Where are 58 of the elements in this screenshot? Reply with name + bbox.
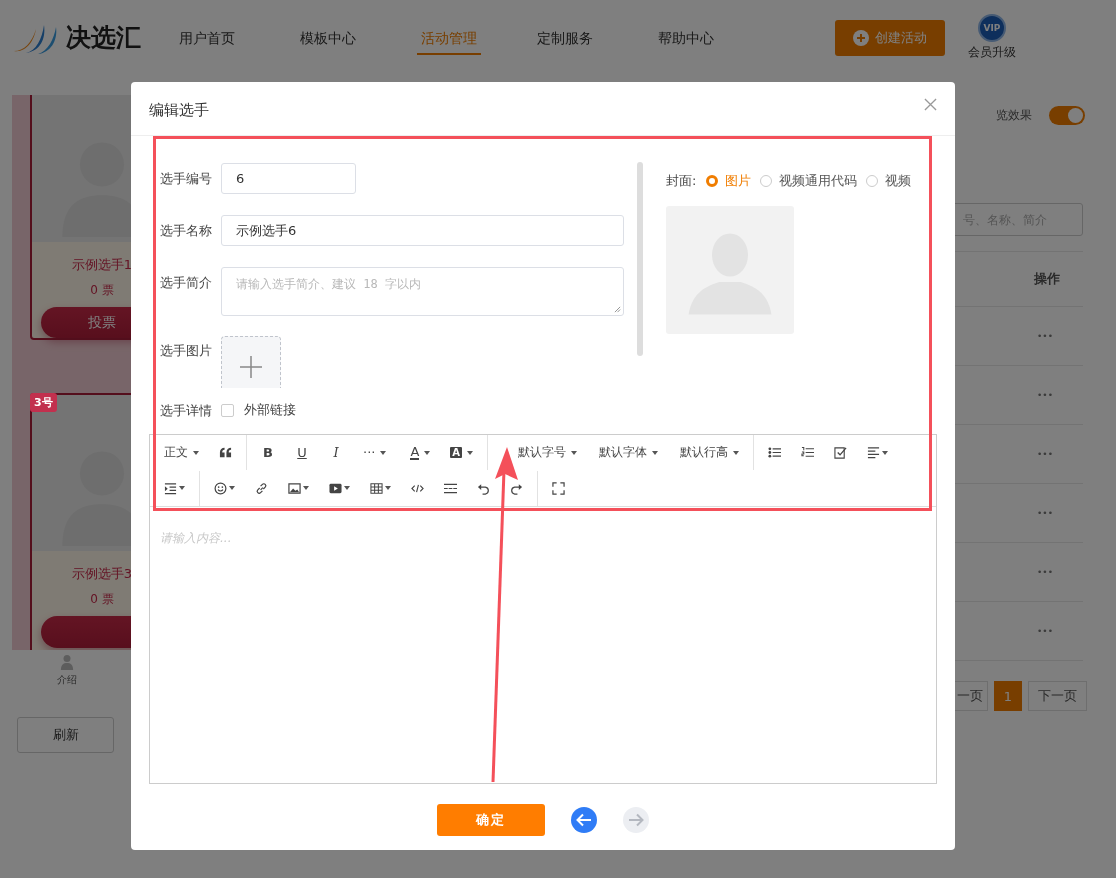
preview-toggle[interactable]	[1049, 105, 1085, 125]
more-actions-button[interactable]: •••	[1037, 508, 1053, 518]
input-field[interactable]: 示例选手6	[221, 215, 624, 246]
paragraph-dropdown[interactable]: 正文	[154, 438, 209, 467]
intro-tab[interactable]: 介绍	[57, 673, 77, 687]
vip-badge[interactable]: VIP	[978, 14, 1006, 42]
field-label: 选手图片	[160, 342, 213, 360]
input-field[interactable]: 6	[221, 163, 356, 194]
cover-type-radio[interactable]: 视频通用代码	[760, 172, 858, 190]
underline-button[interactable]: U	[285, 438, 319, 467]
more-actions-button[interactable]: •••	[1037, 626, 1053, 636]
dialog-title: 编辑选手	[149, 101, 209, 120]
confirm-button[interactable]: 确定	[437, 804, 545, 836]
vote-count: 0 票	[90, 282, 114, 300]
external-link-checkbox[interactable]: 外部链接	[221, 401, 296, 419]
cover-label: 封面:	[666, 172, 697, 190]
indent-icon	[164, 481, 177, 495]
resize-handle-icon[interactable]	[614, 306, 621, 313]
more-actions-button[interactable]: •••	[1037, 390, 1053, 400]
logo-text: 决选汇	[66, 22, 141, 54]
more-styles-button[interactable]: ···	[353, 438, 397, 467]
field-label: 选手详情	[160, 401, 213, 420]
preview-label: 览效果	[996, 106, 1032, 124]
person-icon	[60, 654, 74, 670]
vote-count: 0 票	[90, 591, 114, 608]
font-family-dropdown[interactable]: 默认字体	[587, 438, 669, 467]
font-color-button[interactable]: A	[400, 438, 441, 467]
placeholder-text: 请输入选手简介、建议 18 字以内	[236, 277, 421, 291]
nav-link[interactable]: 用户首页	[179, 20, 300, 55]
table-icon	[370, 481, 383, 495]
emoji-icon	[214, 481, 227, 495]
nav-link[interactable]: 定制服务	[537, 20, 658, 55]
align-icon	[867, 446, 881, 459]
cover-type-radio[interactable]: 图片	[706, 172, 752, 190]
more-actions-button[interactable]: •••	[1037, 331, 1053, 341]
refresh-button[interactable]: 刷新	[17, 717, 114, 753]
field-label: 选手编号	[160, 170, 213, 188]
line-height-dropdown[interactable]: 默认行高	[668, 438, 750, 467]
image-icon	[288, 481, 301, 495]
bold-button[interactable]: B	[251, 438, 285, 467]
scrollbar[interactable]	[637, 162, 643, 356]
vip-upgrade-link[interactable]: 会员升级	[968, 44, 1016, 61]
more-actions-button[interactable]: •••	[1037, 567, 1053, 577]
contestant-name: 示例选手3	[71, 565, 133, 583]
field-label: 选手简介	[160, 274, 213, 292]
back-arrow-button[interactable]	[571, 807, 597, 833]
cover-type-radio[interactable]: 视频	[866, 172, 912, 190]
italic-button[interactable]: I	[319, 438, 353, 467]
column-header: 操作	[1034, 270, 1060, 288]
field-label: 选手名称	[160, 222, 213, 240]
video-icon	[329, 481, 342, 495]
plus-icon	[853, 29, 869, 46]
background-color-button[interactable]: A	[440, 438, 484, 467]
contestant-name: 示例选手1	[71, 256, 133, 275]
nav-link[interactable]: 帮助中心	[658, 20, 779, 55]
close-icon[interactable]	[924, 98, 937, 111]
more-actions-button[interactable]: •••	[1037, 449, 1053, 459]
number-badge: 3号	[30, 393, 57, 412]
